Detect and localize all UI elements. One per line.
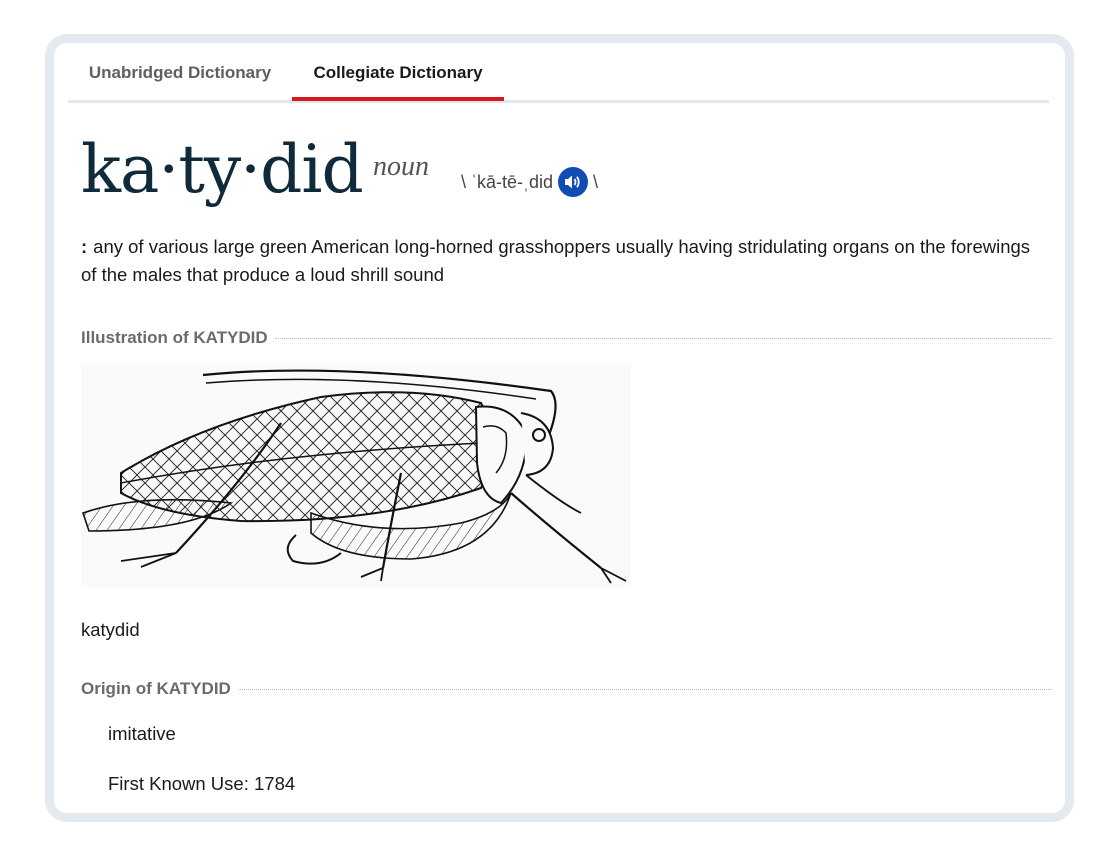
pronunciation-close: \ xyxy=(593,171,599,192)
pronunciation: \ ˈkā-tē-ˌdid \ xyxy=(461,167,598,197)
definition-text: any of various large green American long… xyxy=(81,236,1031,285)
katydid-illustration xyxy=(81,363,631,587)
speaker-icon[interactable] xyxy=(558,167,589,197)
pronunciation-text: \ ˈkā-tē-ˌdid xyxy=(461,171,554,192)
heading-divider xyxy=(274,337,1051,339)
illustration-heading: Illustration of KATYDID xyxy=(81,328,1051,348)
heading-divider xyxy=(237,688,1051,690)
illustration-heading-text: Illustration of KATYDID xyxy=(81,328,268,347)
definition-marker: : xyxy=(81,236,88,257)
first-known-use: First Known Use: 1784 xyxy=(108,773,296,794)
headword: ka·ty·did xyxy=(81,131,364,208)
dictionary-card: Unabridged Dictionary Collegiate Diction… xyxy=(45,34,1074,822)
definition: : any of various large green American lon… xyxy=(81,233,1041,289)
origin-heading: Origin of KATYDID xyxy=(81,679,1051,699)
active-tab-indicator xyxy=(292,97,504,101)
tab-collegiate-dictionary[interactable]: Collegiate Dictionary xyxy=(292,43,504,100)
origin-text: imitative xyxy=(108,723,176,744)
illustration-caption: katydid xyxy=(81,619,140,640)
dictionary-tabs: Unabridged Dictionary Collegiate Diction… xyxy=(68,43,1049,103)
part-of-speech: noun xyxy=(373,151,429,182)
tab-unabridged-dictionary[interactable]: Unabridged Dictionary xyxy=(68,43,292,100)
origin-heading-text: Origin of KATYDID xyxy=(81,679,231,698)
